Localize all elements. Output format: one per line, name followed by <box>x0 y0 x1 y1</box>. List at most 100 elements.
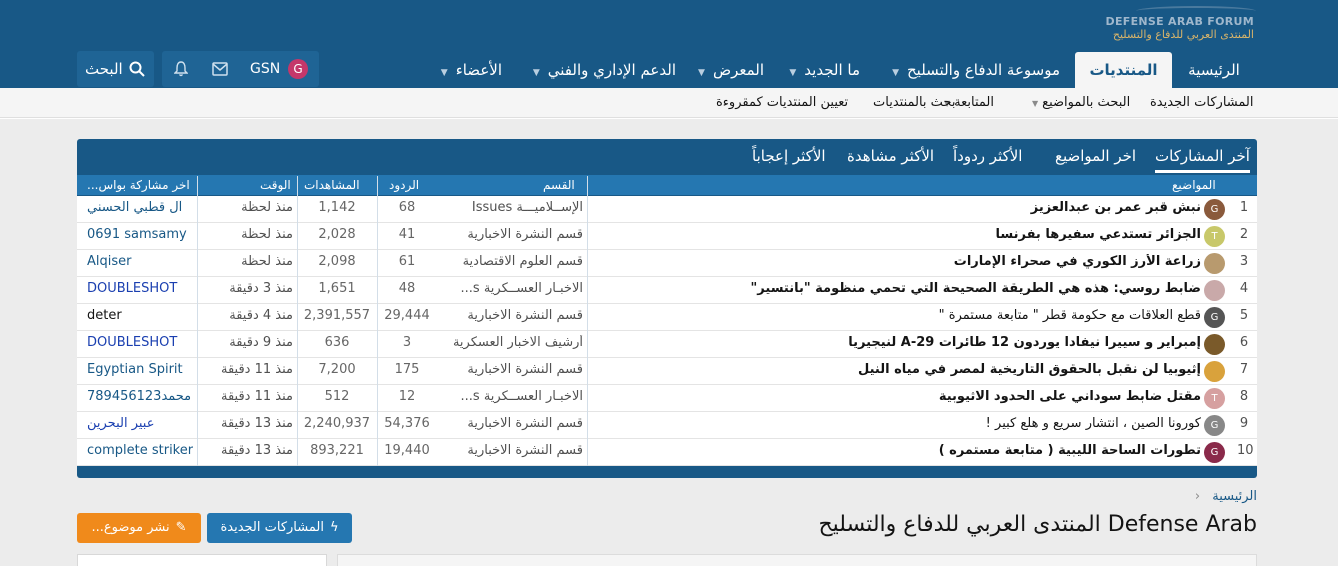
thread-title-link[interactable]: الجزائر تستدعي سفيرها بفرنسا <box>597 227 1202 242</box>
tab-most-liked[interactable]: الأكثر إعجاباً <box>752 139 826 173</box>
sub-navigation: المشاركات الجديدة البحث بالمواضيع▼ المتا… <box>0 88 1338 118</box>
breadcrumb-home[interactable]: الرئيسية <box>1212 489 1257 504</box>
time-ago: منذ 3 دقيقة <box>229 281 293 296</box>
nav-gallery[interactable]: المعرض▼ <box>690 52 764 88</box>
edit-icon: ✎ <box>175 520 187 535</box>
bell-icon[interactable] <box>174 61 188 77</box>
table-row[interactable]: 10 تطورات الساحة الليبية ( متابعة مستمره … <box>77 439 1257 466</box>
nav-support[interactable]: الدعم الإداري والفني▼ <box>518 52 676 88</box>
tab-latest-posts[interactable]: آخر المشاركات <box>1155 139 1250 173</box>
subnav-search-forums[interactable]: بحث بالمنتديات <box>873 95 955 110</box>
last-poster-link[interactable]: DOUBLESHOT <box>87 281 193 296</box>
time-ago: منذ لحظة <box>241 227 293 242</box>
replies-count: 41 <box>398 227 416 242</box>
table-row[interactable]: 2 الجزائر تستدعي سفيرها بفرنسا قسم النشرة … <box>77 223 1257 250</box>
replies-count: 61 <box>398 254 416 269</box>
column-divider <box>297 176 298 466</box>
last-poster-link[interactable]: complete striker <box>87 443 193 458</box>
thread-title-link[interactable]: إثيوبيا لن نقبل بالحقوق التاريخية لمصر ف… <box>597 362 1201 377</box>
thread-title-link[interactable]: نبش قبر عمر بن عبدالعزيز <box>597 200 1201 215</box>
nav-forums[interactable]: المنتديات <box>1075 52 1172 88</box>
post-thread-button[interactable]: ✎نشر موضوع... <box>77 513 201 543</box>
last-poster-link[interactable]: DOUBLESHOT <box>87 335 193 350</box>
username-link[interactable]: GSN <box>250 59 280 79</box>
breadcrumb[interactable]: الرئيسية ‹ <box>1130 489 1257 504</box>
row-number: 8 <box>1239 389 1249 404</box>
table-row[interactable]: 3 زراعة الأرز الكوري في صحراء الإمارات قسم… <box>77 250 1257 277</box>
user-avatar[interactable]: T <box>1204 388 1225 409</box>
search-label: البحث <box>85 60 123 78</box>
subnav-mark-read[interactable]: تعيين المنتديات كمقروءة <box>716 95 848 110</box>
last-poster-link[interactable]: 0691 samsamy <box>87 227 193 242</box>
chevron-down-icon: ▼ <box>789 68 797 78</box>
replies-count: 19,440 <box>384 443 430 458</box>
user-avatar[interactable]: G <box>288 59 308 79</box>
row-number: 1 <box>1239 200 1249 215</box>
row-number: 4 <box>1239 281 1249 296</box>
logo-text-en: DEFENSE ARAB FORUM <box>1105 15 1254 28</box>
thread-title-link[interactable]: ضابط روسي: هذه هي الطريقة الصحيحة التي ت… <box>597 281 1201 296</box>
table-row[interactable]: 1 نبش قبر عمر بن عبدالعزيز الإســلاميـــة … <box>77 196 1257 223</box>
new-posts-button[interactable]: ϟالمشاركات الجديدة <box>207 513 352 543</box>
user-avatar[interactable]: T <box>1204 226 1225 247</box>
page-title: Defense Arab المنتدى العربي للدفاع والتس… <box>818 512 1257 537</box>
user-avatar[interactable]: G <box>1204 415 1225 436</box>
user-avatar[interactable]: G <box>1204 307 1225 328</box>
user-avatar[interactable] <box>1204 361 1225 382</box>
nav-members[interactable]: الأعضاء▼ <box>434 52 502 88</box>
tab-most-views[interactable]: الأكثر مشاهدة <box>847 139 934 173</box>
last-poster-link[interactable]: deter <box>87 308 193 323</box>
col-section: القسم <box>543 178 575 192</box>
last-poster-link[interactable]: Egyptian Spirit <box>87 362 193 377</box>
chevron-down-icon: ▼ <box>892 68 899 78</box>
replies-count: 68 <box>398 200 416 215</box>
views-count: 2,391,557 <box>303 308 371 323</box>
row-number: 7 <box>1239 362 1249 377</box>
table-row[interactable]: 8 مقتل ضابط سوداني على الحدود الاثيوبية ال… <box>77 385 1257 412</box>
latest-activity-widget: آخر المشاركات اخر المواضيع الأكثر ردوداً… <box>77 139 1257 478</box>
thread-title-link[interactable]: كورونا الصين ، انتشار سريع و هلع كبير ! <box>597 416 1201 431</box>
search-button[interactable]: البحث <box>77 51 154 87</box>
time-ago: منذ لحظة <box>241 200 293 215</box>
user-avatar[interactable]: G <box>1204 442 1225 463</box>
thread-title-link[interactable]: قطع العلاقات مع حكومة قطر " متابعة مستمر… <box>597 308 1201 323</box>
replies-count: 3 <box>402 335 412 350</box>
chevron-down-icon: ▼ <box>1032 99 1039 108</box>
forum-logo[interactable]: DEFENSE ARAB FORUM المنتدى العربي للدفاع… <box>1106 4 1260 44</box>
thread-title-link[interactable]: إمبراير و سييرا نيفادا يوردون 12 طائرات … <box>597 335 1201 350</box>
nav-encyclopedia[interactable]: موسوعة الدفاع والتسليح▼ <box>878 52 1060 88</box>
user-avatar[interactable]: G <box>1204 199 1225 220</box>
last-poster-link[interactable]: محمد789456123 <box>87 389 193 404</box>
user-avatar[interactable] <box>1204 253 1225 274</box>
last-poster-link[interactable]: آل قطبي الحسني <box>87 200 193 215</box>
thread-title-link[interactable]: مقتل ضابط سوداني على الحدود الاثيوبية <box>597 389 1201 404</box>
replies-count: 29,444 <box>384 308 430 323</box>
tab-latest-threads[interactable]: اخر المواضيع <box>1055 139 1136 173</box>
views-count: 1,651 <box>318 281 356 296</box>
user-avatar[interactable] <box>1204 334 1225 355</box>
col-views: المشاهدات <box>304 178 360 192</box>
thread-title-link[interactable]: زراعة الأرز الكوري في صحراء الإمارات <box>597 254 1201 269</box>
last-poster-link[interactable]: عبير البحرين <box>87 416 193 431</box>
nav-home[interactable]: الرئيسية <box>1172 52 1256 88</box>
tab-most-replies[interactable]: الأكثر ردوداً <box>953 139 1022 173</box>
table-row[interactable]: 7 إثيوبيا لن نقبل بالحقوق التاريخية لمصر … <box>77 358 1257 385</box>
thread-title-link[interactable]: تطورات الساحة الليبية ( متابعة مستمره ) <box>597 443 1201 458</box>
user-avatar[interactable] <box>1204 280 1225 301</box>
last-poster-link[interactable]: Alqiser <box>87 254 193 269</box>
search-icon <box>129 61 145 77</box>
table-row[interactable]: 6 إمبراير و سييرا نيفادا يوردون 12 طائرات… <box>77 331 1257 358</box>
table-row[interactable]: 9 كورونا الصين ، انتشار سريع و هلع كبير !… <box>77 412 1257 439</box>
sidebar-card <box>77 554 327 566</box>
table-row[interactable]: 5 قطع العلاقات مع حكومة قطر " متابعة مستم… <box>77 304 1257 331</box>
views-count: 636 <box>324 335 350 350</box>
subnav-new-posts[interactable]: المشاركات الجديدة <box>1150 95 1254 110</box>
envelope-icon[interactable] <box>212 62 228 76</box>
col-topic: المواضيع <box>1172 178 1216 192</box>
table-row[interactable]: 4 ضابط روسي: هذه هي الطريقة الصحيحة التي … <box>77 277 1257 304</box>
nav-whats-new[interactable]: ما الجديد▼ <box>780 52 860 88</box>
row-number: 5 <box>1239 308 1249 323</box>
column-divider <box>587 176 588 466</box>
chevron-down-icon: ▼ <box>532 68 540 78</box>
subnav-search-threads[interactable]: البحث بالمواضيع▼ <box>1032 95 1130 110</box>
